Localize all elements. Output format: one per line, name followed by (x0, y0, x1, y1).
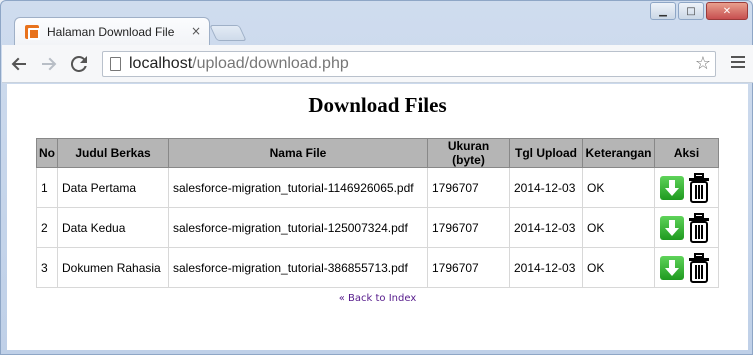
cell-no: 2 (36, 207, 58, 248)
back-arrow-icon[interactable] (6, 51, 32, 77)
xampp-favicon-icon (25, 24, 40, 40)
cell-judul: Dokumen Rahasia (57, 247, 169, 288)
cell-tgl-upload: 2014-12-03 (509, 167, 583, 208)
trash-icon[interactable] (688, 212, 710, 243)
cell-tgl-upload: 2014-12-03 (509, 207, 583, 248)
minimize-button[interactable]: ▁ (650, 2, 676, 20)
trash-icon[interactable] (688, 172, 710, 203)
download-icon[interactable] (660, 215, 684, 240)
cell-ukuran: 1796707 (427, 167, 510, 208)
cell-aksi (654, 167, 719, 208)
header-no: No (36, 138, 58, 168)
new-tab-button[interactable] (209, 25, 247, 41)
header-aksi: Aksi (654, 138, 719, 168)
cell-nama-file: salesforce-migration_tutorial-386855713.… (168, 247, 428, 288)
cell-nama-file: salesforce-migration_tutorial-1146926065… (168, 167, 428, 208)
table-row: 1 Data Pertama salesforce-migration_tuto… (36, 167, 719, 208)
table-header-row: No Judul Berkas Nama File Ukuran (byte) … (36, 138, 719, 168)
cell-nama-file: salesforce-migration_tutorial-125007324.… (168, 207, 428, 248)
tab-strip: Halaman Download File × ▁ □ ✕ (1, 1, 753, 45)
cell-judul: Data Pertama (57, 167, 169, 208)
cell-keterangan: OK (582, 247, 655, 288)
reload-icon[interactable] (66, 51, 92, 77)
cell-aksi (654, 247, 719, 288)
header-tgl-upload: Tgl Upload (509, 138, 583, 168)
cell-keterangan: OK (582, 207, 655, 248)
browser-toolbar: localhost/upload/download.php ☆ (2, 45, 753, 83)
forward-arrow-icon[interactable] (36, 51, 62, 77)
cell-keterangan: OK (582, 167, 655, 208)
maximize-button[interactable]: □ (678, 2, 704, 20)
cell-judul: Data Kedua (57, 207, 169, 248)
url-text[interactable]: localhost/upload/download.php (129, 55, 349, 73)
back-to-index-link[interactable]: « Back to Index (7, 293, 748, 304)
files-table: No Judul Berkas Nama File Ukuran (byte) … (36, 138, 719, 288)
cell-ukuran: 1796707 (427, 247, 510, 288)
header-judul: Judul Berkas (57, 138, 169, 168)
page-content: Download Files No Judul Berkas Nama File… (7, 84, 748, 350)
browser-window: Halaman Download File × ▁ □ ✕ localhost/… (0, 0, 753, 355)
cell-tgl-upload: 2014-12-03 (509, 247, 583, 288)
download-icon[interactable] (660, 175, 684, 200)
cell-ukuran: 1796707 (427, 207, 510, 248)
cell-no: 3 (36, 247, 58, 288)
tab-title: Halaman Download File (47, 24, 175, 39)
page-title: Download Files (308, 93, 447, 117)
table-row: 3 Dokumen Rahasia salesforce-migration_t… (36, 247, 719, 288)
trash-icon[interactable] (688, 252, 710, 283)
menu-icon[interactable] (731, 56, 745, 71)
page-icon (110, 57, 121, 71)
window-controls: ▁ □ ✕ (650, 2, 748, 20)
browser-tab[interactable]: Halaman Download File × (14, 17, 210, 45)
close-window-button[interactable]: ✕ (706, 2, 748, 20)
header-ukuran: Ukuran (byte) (427, 138, 510, 168)
address-bar[interactable]: localhost/upload/download.php ☆ (102, 51, 716, 77)
cell-aksi (654, 207, 719, 248)
header-nama-file: Nama File (168, 138, 428, 168)
header-keterangan: Keterangan (582, 138, 655, 168)
cell-no: 1 (36, 167, 58, 208)
download-icon[interactable] (660, 255, 684, 280)
table-row: 2 Data Kedua salesforce-migration_tutori… (36, 207, 719, 248)
bookmark-star-icon[interactable]: ☆ (695, 53, 711, 74)
tab-close-icon[interactable]: × (191, 24, 201, 38)
